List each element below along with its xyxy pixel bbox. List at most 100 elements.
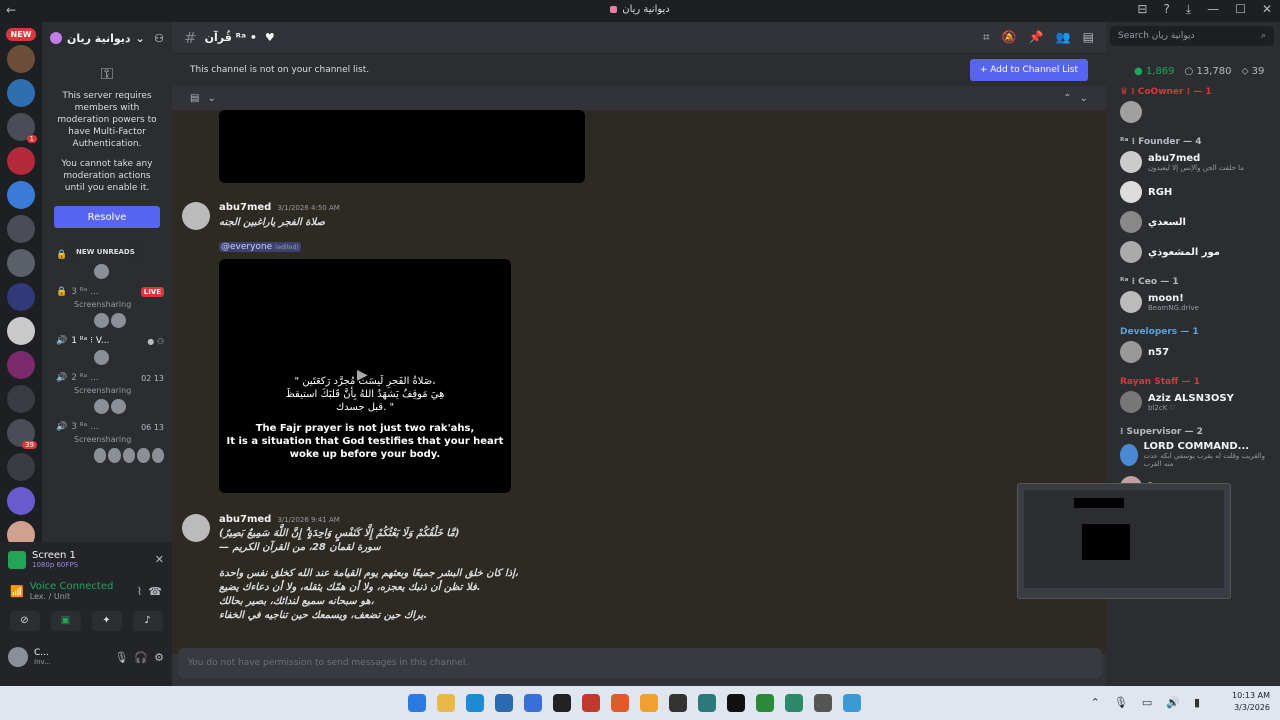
taskbar-app-icon[interactable] <box>437 694 455 712</box>
search-input[interactable]: Search ديوانية ريان ⌕ <box>1110 26 1274 46</box>
invite-icon[interactable]: ⚇ <box>154 32 164 45</box>
avatar <box>151 448 165 463</box>
member-item[interactable]: moon! BeamNG.drive <box>1106 287 1280 317</box>
taskbar-app-icon[interactable] <box>814 694 832 712</box>
screen-share-icon[interactable]: ▣ <box>50 611 81 631</box>
taskbar-app-icon[interactable] <box>698 694 716 712</box>
server-icon[interactable] <box>7 487 35 515</box>
member-name: abu7med <box>1148 152 1201 164</box>
image-attachment[interactable] <box>219 110 585 183</box>
server-icon[interactable] <box>7 147 35 175</box>
message-input[interactable]: You do not have permission to send messa… <box>178 648 1102 678</box>
member-item[interactable]: abu7med ما خلقت الجن والإنس إلا ليعبدون <box>1106 147 1280 177</box>
noise-suppression-icon[interactable]: ⌇ <box>137 585 142 598</box>
taskbar-app-icon[interactable] <box>843 694 861 712</box>
notification-mute-icon[interactable]: 🔕 <box>1002 30 1017 45</box>
taskbar-app-icon[interactable] <box>466 694 484 712</box>
member-list-icon[interactable]: 👥 <box>1056 30 1071 45</box>
voice-channel[interactable]: 🔊 3 ᴿᵃ ... 06 13 Screensharing <box>42 418 172 467</box>
member-item[interactable]: مور المشعوذي <box>1106 237 1280 267</box>
member-item[interactable]: n57 <box>1106 337 1280 367</box>
server-icon[interactable] <box>7 45 35 73</box>
resolve-button[interactable]: Resolve <box>54 206 160 228</box>
headphones-icon[interactable]: 🎧 <box>134 651 148 664</box>
member-item[interactable]: السعدي <box>1106 207 1280 237</box>
inbox-icon[interactable]: ▤ <box>1083 30 1094 45</box>
server-icon[interactable] <box>7 249 35 277</box>
taskbar-app-icon[interactable] <box>553 694 571 712</box>
server-icon[interactable] <box>7 79 35 107</box>
message-list: abu7med 3/1/2026 4:50 AM صلاة الفجر ياراغ… <box>172 110 1106 654</box>
avatar[interactable] <box>182 202 210 230</box>
server-icon[interactable] <box>7 351 35 379</box>
everyone-mention[interactable]: @everyone (edited) <box>219 242 301 252</box>
member-item[interactable]: LORD COMMAND... والقريب وقلت له يقرب يوسف… <box>1106 437 1280 472</box>
server-icon[interactable]: 1 <box>7 113 37 143</box>
add-to-channel-list-button[interactable]: + Add to Channel List <box>969 59 1088 81</box>
taskbar-app-icon[interactable] <box>727 694 745 712</box>
taskbar-app-icon[interactable] <box>582 694 600 712</box>
help-icon[interactable]: ? <box>1163 2 1169 17</box>
taskbar-app-icon[interactable] <box>524 694 542 712</box>
network-icon[interactable]: ▭ <box>1142 696 1152 709</box>
image-attachment[interactable]: ▶ " صَلاةُ الفَجرِ لَيسَت مُجرَّد رَكعَت… <box>219 259 511 493</box>
threads-icon[interactable]: ⌗ <box>983 30 990 45</box>
avatar <box>1120 341 1142 363</box>
taskbar-app-icon[interactable] <box>408 694 426 712</box>
server-icon[interactable] <box>7 453 35 481</box>
close-button[interactable]: ✕ <box>1262 2 1272 17</box>
voice-channel[interactable]: 🔊 2 ᴿᵃ ... 02 13 Screensharing <box>42 369 172 418</box>
chevron-up-icon[interactable]: ⌃ <box>1063 93 1071 104</box>
voice-channel[interactable]: 🔒 3 ᴿᵃ ... LIVE Screensharing <box>42 283 172 332</box>
window-title-text: ديوانية ريان <box>622 4 670 15</box>
message-author[interactable]: abu7med <box>219 202 271 213</box>
avatar[interactable] <box>8 647 28 667</box>
chevron-up-icon[interactable]: ⌃ <box>1091 696 1100 709</box>
chevron-down-icon[interactable]: ⌄ <box>207 93 215 104</box>
microphone-icon[interactable]: 🎙 <box>1114 696 1128 709</box>
server-icon[interactable] <box>7 317 35 345</box>
voice-channel[interactable]: 🔊 1 ᴿᵃ ⁝ V... ● ⚇ <box>42 332 172 369</box>
download-icon[interactable]: ⤓ <box>1186 2 1191 17</box>
avatar <box>111 313 126 328</box>
screen-share-preview[interactable] <box>1017 483 1231 599</box>
clock[interactable]: 10:13 AM 3/3/2026 <box>1232 690 1270 714</box>
pin-icon[interactable]: 📌 <box>1029 30 1044 45</box>
message-author[interactable]: abu7med <box>219 514 271 525</box>
avatar[interactable] <box>182 514 210 542</box>
inbox-icon[interactable]: ⊟ <box>1137 2 1147 17</box>
server-header[interactable]: ديوانية ريان ⌄ ⚇ <box>42 22 172 54</box>
soundboard-icon[interactable]: ♪ <box>132 611 163 631</box>
member-item[interactable]: Aziz ALSN3OSY bl2cK ♡ <box>1106 387 1280 417</box>
member-item[interactable] <box>1106 97 1280 127</box>
member-item[interactable]: RGH <box>1106 177 1280 207</box>
close-icon[interactable]: ✕ <box>155 553 164 566</box>
volume-icon[interactable]: 🔊 <box>1166 696 1180 709</box>
server-icon[interactable] <box>7 215 35 243</box>
server-icon[interactable]: 39 <box>7 419 37 449</box>
taskbar-app-icon[interactable] <box>669 694 687 712</box>
disconnect-icon[interactable]: ☎ <box>148 585 162 598</box>
chevron-down-icon[interactable]: ⌄ <box>1080 93 1088 104</box>
new-unreads-badge[interactable]: NEW UNREADS <box>70 246 141 258</box>
microphone-icon[interactable]: 🎙 <box>114 651 128 664</box>
settings-gear-icon[interactable]: ⚙ <box>154 651 164 664</box>
taskbar-app-icon[interactable] <box>785 694 803 712</box>
server-icon[interactable] <box>7 181 35 209</box>
server-icon[interactable] <box>7 385 35 413</box>
thread-icon[interactable]: ▤ <box>190 93 199 104</box>
taskbar-app-icon[interactable] <box>495 694 513 712</box>
chat-icon[interactable]: ● ⚇ <box>147 337 164 346</box>
role-header: Rayan Staff — 1 <box>1120 377 1200 387</box>
taskbar-app-icon[interactable] <box>611 694 629 712</box>
taskbar-app-icon[interactable] <box>756 694 774 712</box>
signal-icon[interactable]: 📶 <box>10 585 24 598</box>
battery-icon[interactable]: ▮ <box>1194 696 1200 709</box>
server-icon[interactable] <box>7 283 35 311</box>
taskbar-app-icon[interactable] <box>640 694 658 712</box>
maximize-button[interactable]: ☐ <box>1235 2 1246 17</box>
camera-off-icon[interactable]: ⊘ <box>9 611 40 631</box>
voice-channel-path[interactable]: Lex. / Unit <box>30 592 114 601</box>
activities-icon[interactable]: ✦ <box>91 611 122 631</box>
minimize-button[interactable]: — <box>1207 2 1219 17</box>
